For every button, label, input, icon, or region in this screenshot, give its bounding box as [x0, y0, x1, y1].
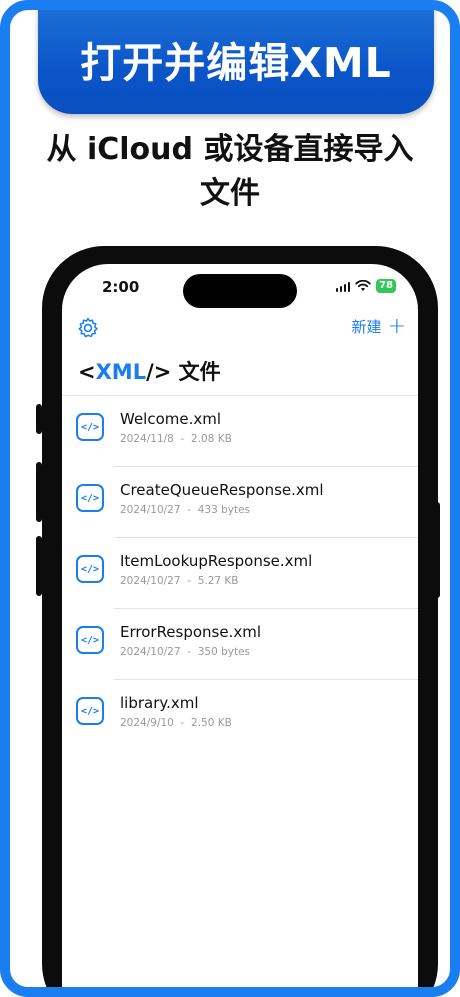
file-date: 2024/10/27	[120, 575, 181, 587]
file-list: </> Welcome.xml 2024/11/8 - 2.08 KB </> …	[62, 396, 418, 751]
file-row[interactable]: </> CreateQueueResponse.xml 2024/10/27 -…	[62, 467, 418, 538]
page-title-suffix: 文件	[171, 360, 221, 384]
file-date: 2024/11/8	[120, 433, 174, 445]
file-row[interactable]: </> library.xml 2024/9/10 - 2.50 KB	[62, 680, 418, 751]
promo-banner: 打开并编辑XML	[38, 10, 434, 114]
page-title-open-bracket: <	[78, 360, 96, 384]
xml-file-icon: </>	[76, 413, 104, 441]
page-title-close-bracket: />	[146, 360, 172, 384]
file-name: library.xml	[120, 694, 199, 712]
phone-side-button	[36, 536, 42, 596]
promo-frame: 打开并编辑XML 从 iCloud 或设备直接导入 文件 2:00 78 新建 …	[0, 0, 460, 997]
new-file-button[interactable]: 新建 +	[351, 313, 406, 339]
file-meta: 2024/10/27 - 433 bytes	[120, 504, 250, 516]
plus-icon: +	[387, 313, 406, 339]
phone-side-button	[36, 462, 42, 522]
gear-icon[interactable]	[76, 316, 100, 340]
file-row[interactable]: </> ItemLookupResponse.xml 2024/10/27 - …	[62, 538, 418, 609]
file-row[interactable]: </> ErrorResponse.xml 2024/10/27 - 350 b…	[62, 609, 418, 680]
file-date: 2024/10/27	[120, 646, 181, 658]
promo-subtitle-line-1: 从 iCloud 或设备直接导入	[46, 132, 414, 167]
file-date: 2024/10/27	[120, 504, 181, 516]
wifi-icon	[355, 280, 371, 291]
file-size: 350 bytes	[197, 646, 251, 658]
file-size: 2.50 KB	[191, 717, 232, 729]
battery-indicator: 78	[376, 279, 396, 293]
file-meta: 2024/10/27 - 350 bytes	[120, 646, 250, 658]
cellular-signal-icon	[335, 281, 351, 292]
xml-file-icon: </>	[76, 697, 104, 725]
meta-separator: -	[180, 717, 185, 729]
status-time: 2:00	[102, 278, 140, 296]
promo-banner-title: 打开并编辑XML	[80, 39, 392, 87]
file-name: Welcome.xml	[120, 410, 222, 428]
file-meta: 2024/11/8 - 2.08 KB	[120, 433, 232, 445]
promo-subtitle-line-2: 文件	[200, 176, 260, 211]
new-file-label: 新建	[351, 318, 382, 336]
xml-file-icon: </>	[76, 626, 104, 654]
meta-separator: -	[187, 504, 192, 516]
app-screen: 2:00 78 新建 + <XML/> 文件 </> Welcome.xml 2…	[62, 264, 418, 987]
file-date: 2024/9/10	[120, 717, 174, 729]
meta-separator: -	[187, 575, 192, 587]
file-name: CreateQueueResponse.xml	[120, 481, 324, 499]
phone-side-button	[434, 502, 440, 598]
file-size: 5.27 KB	[197, 575, 239, 587]
file-size: 2.08 KB	[191, 433, 232, 445]
file-row[interactable]: </> Welcome.xml 2024/11/8 - 2.08 KB	[62, 396, 418, 467]
file-name: ErrorResponse.xml	[120, 623, 262, 641]
xml-file-icon: </>	[76, 484, 104, 512]
meta-separator: -	[187, 646, 192, 658]
phone-mockup: 2:00 78 新建 + <XML/> 文件 </> Welcome.xml 2…	[42, 246, 438, 987]
file-name: ItemLookupResponse.xml	[120, 552, 313, 570]
meta-separator: -	[180, 433, 185, 445]
file-meta: 2024/10/27 - 5.27 KB	[120, 575, 239, 587]
dynamic-island	[183, 274, 297, 308]
page-title: <XML/> 文件	[78, 356, 221, 386]
status-icons: 78	[335, 279, 396, 293]
file-meta: 2024/9/10 - 2.50 KB	[120, 717, 232, 729]
xml-file-icon: </>	[76, 555, 104, 583]
phone-side-button	[36, 404, 42, 434]
promo-subtitle: 从 iCloud 或设备直接导入 文件	[10, 128, 450, 216]
file-size: 433 bytes	[197, 504, 251, 516]
page-title-xml: XML	[95, 360, 147, 384]
